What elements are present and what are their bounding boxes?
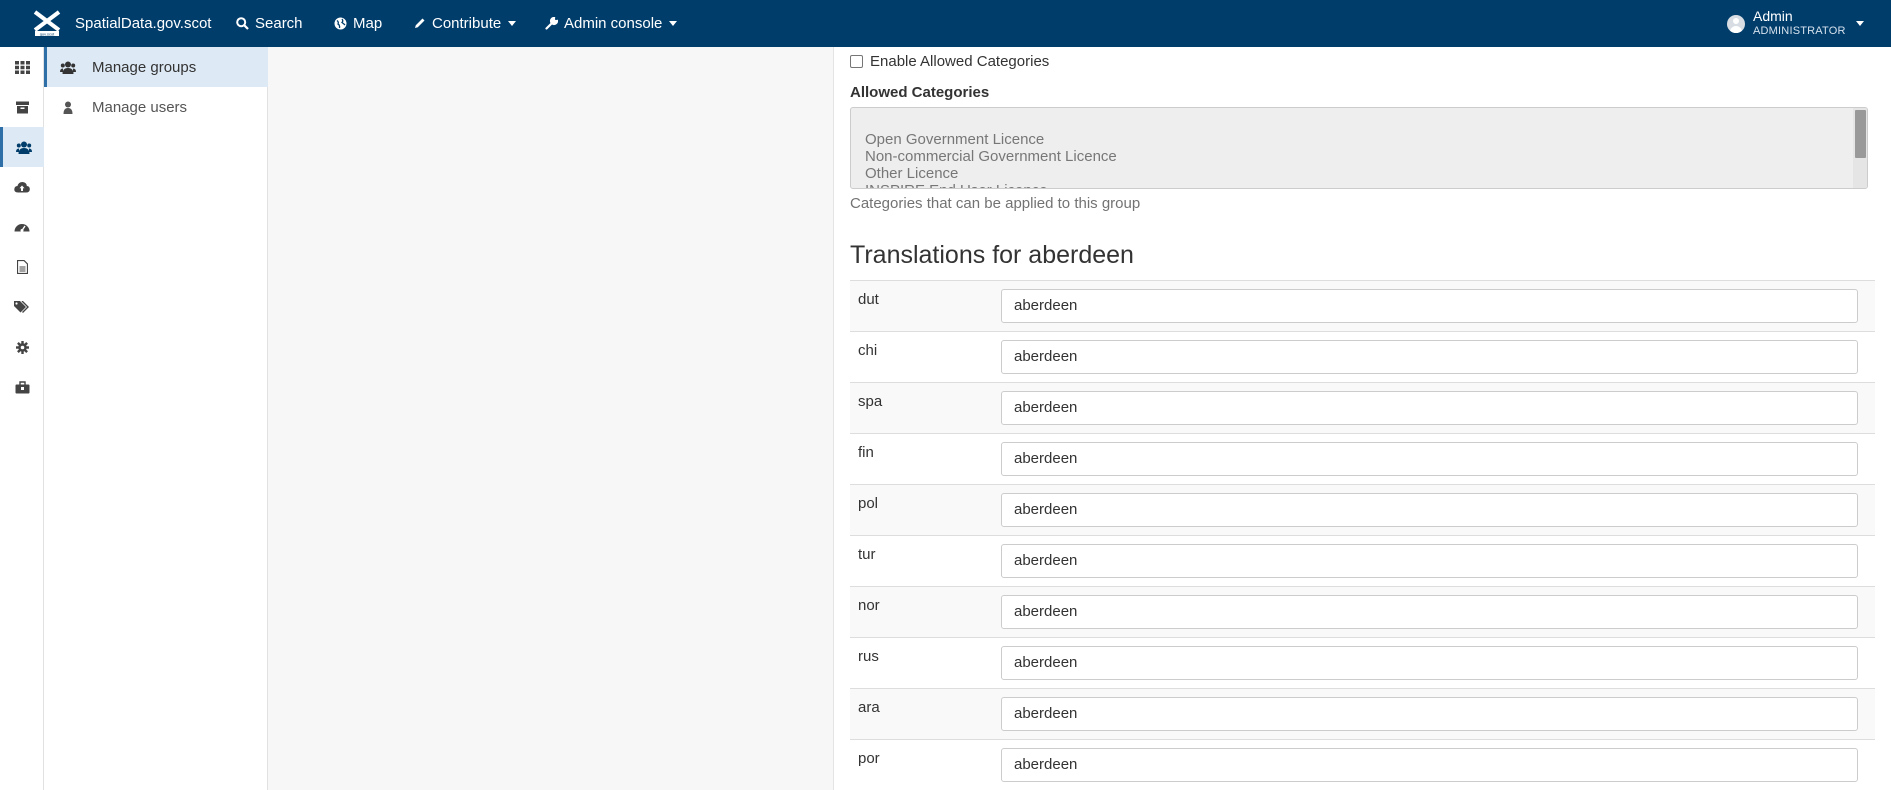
rail-settings[interactable] xyxy=(0,327,44,367)
rail-harvesting[interactable] xyxy=(0,167,44,207)
allowed-categories-options: Open Government Licence Non-commercial Go… xyxy=(865,131,1117,188)
translation-row: tur aberdeen xyxy=(850,536,1875,587)
nav-search-label: Search xyxy=(255,15,303,32)
brand-name[interactable]: SpatialData.gov.scot xyxy=(75,15,211,32)
translation-language-code: por xyxy=(858,750,880,767)
chevron-down-icon xyxy=(508,21,517,26)
category-option[interactable]: Open Government Licence xyxy=(865,131,1117,148)
menu-manage-users-label: Manage users xyxy=(92,98,188,116)
nav-contribute-label: Contribute xyxy=(432,15,502,32)
translation-input[interactable]: aberdeen xyxy=(1001,544,1858,578)
enable-allowed-categories-checkbox[interactable] xyxy=(850,55,863,68)
admin-icon-rail xyxy=(0,47,44,790)
user-role: ADMINISTRATOR xyxy=(1753,24,1846,37)
enable-allowed-categories-row[interactable]: Enable Allowed Categories xyxy=(850,53,1049,70)
listbox-scrollbar-thumb[interactable] xyxy=(1855,110,1866,158)
archive-icon xyxy=(15,101,29,113)
tags-icon xyxy=(14,300,29,313)
translation-row: pol aberdeen xyxy=(850,485,1875,536)
translation-input[interactable]: aberdeen xyxy=(1001,442,1858,476)
translation-row: fin aberdeen xyxy=(850,434,1875,485)
listbox-scrollbar[interactable] xyxy=(1853,108,1867,188)
translation-row: spa aberdeen xyxy=(850,383,1875,434)
rail-users-groups[interactable] xyxy=(0,127,44,167)
avatar xyxy=(1727,14,1745,33)
users-icon xyxy=(15,141,32,154)
translation-language-code: nor xyxy=(858,597,880,614)
translation-input[interactable]: aberdeen xyxy=(1001,595,1858,629)
chevron-down-icon xyxy=(1855,21,1864,26)
rail-classification[interactable] xyxy=(0,287,44,327)
nav-map-label: Map xyxy=(353,15,383,32)
nav-search[interactable]: Search xyxy=(236,0,303,47)
allowed-categories-label: Allowed Categories xyxy=(850,84,990,101)
menu-manage-groups[interactable]: Manage groups xyxy=(44,47,268,87)
category-option[interactable]: INSPIRE End User Licence xyxy=(865,182,1117,188)
pencil-icon xyxy=(415,18,425,28)
translations-title: Translations for aberdeen xyxy=(850,241,1134,269)
svg-text:gov.scot: gov.scot xyxy=(40,32,55,37)
brand-link[interactable]: gov.scot SpatialData.gov.scot xyxy=(33,8,211,38)
category-option[interactable]: Other Licence xyxy=(865,165,1117,182)
file-icon xyxy=(16,260,28,274)
gear-icon xyxy=(15,340,29,354)
user-menu-dropdown[interactable]: Admin ADMINISTRATOR xyxy=(1727,0,1864,47)
translations-table: dut aberdeen chi aberdeen spa aberdeen fin aber… xyxy=(850,280,1875,790)
translation-row: nor aberdeen xyxy=(850,587,1875,638)
allowed-categories-help: Categories that can be applied to this g… xyxy=(850,195,1141,212)
allowed-categories-multiselect[interactable]: Open Government Licence Non-commercial Go… xyxy=(850,107,1868,189)
user-name: Admin xyxy=(1753,7,1793,24)
dashboard-icon xyxy=(14,60,30,74)
cloud-upload-icon xyxy=(14,182,30,193)
translation-language-code: spa xyxy=(858,393,883,410)
translation-input[interactable]: aberdeen xyxy=(1001,391,1858,425)
toolbox-icon xyxy=(15,380,29,393)
translation-language-code: pol xyxy=(858,495,879,512)
globe-icon xyxy=(334,17,347,30)
translation-input[interactable]: aberdeen xyxy=(1001,289,1858,323)
nav-map[interactable]: Map xyxy=(334,0,382,47)
users-icon xyxy=(60,61,76,74)
top-navbar: gov.scot SpatialData.gov.scot Search Map… xyxy=(0,0,1891,47)
dashboard-gauge-icon xyxy=(14,224,30,232)
chevron-down-icon xyxy=(669,21,678,26)
translation-language-code: fin xyxy=(858,444,874,461)
rail-reports[interactable] xyxy=(0,247,44,287)
rail-statistics[interactable] xyxy=(0,207,44,247)
wrench-icon xyxy=(545,17,558,30)
rail-tools[interactable] xyxy=(0,367,44,407)
rail-records[interactable] xyxy=(0,87,44,127)
translation-language-code: tur xyxy=(858,546,876,563)
nav-admin-console-dropdown[interactable]: Admin console xyxy=(545,0,678,47)
translation-row: rus aberdeen xyxy=(850,638,1875,689)
users-groups-menu: Manage groups Manage users xyxy=(44,47,268,790)
nav-admin-console-label: Admin console xyxy=(564,15,663,32)
translation-language-code: dut xyxy=(858,291,879,308)
user-icon xyxy=(63,101,73,114)
translation-row: ara aberdeen xyxy=(850,689,1875,740)
menu-manage-groups-label: Manage groups xyxy=(92,58,197,76)
translation-row: por aberdeen xyxy=(850,740,1875,790)
gov-scot-logo-icon: gov.scot xyxy=(33,9,61,37)
group-edit-panel: Enable Allowed Categories Allowed Catego… xyxy=(833,47,1891,790)
translation-language-code: ara xyxy=(858,699,880,716)
translation-row: chi aberdeen xyxy=(850,332,1875,383)
translation-input[interactable]: aberdeen xyxy=(1001,646,1858,680)
enable-allowed-categories-label[interactable]: Enable Allowed Categories xyxy=(870,53,1049,70)
translation-input[interactable]: aberdeen xyxy=(1001,748,1858,782)
category-option[interactable]: Non-commercial Government Licence xyxy=(865,148,1117,165)
search-icon xyxy=(236,17,249,30)
nav-contribute-dropdown[interactable]: Contribute xyxy=(413,0,517,47)
translation-input[interactable]: aberdeen xyxy=(1001,493,1858,527)
translation-input[interactable]: aberdeen xyxy=(1001,340,1858,374)
menu-manage-users[interactable]: Manage users xyxy=(44,87,268,127)
translation-row: dut aberdeen xyxy=(850,281,1875,332)
translation-language-code: chi xyxy=(858,342,878,359)
translation-language-code: rus xyxy=(858,648,879,665)
translation-input[interactable]: aberdeen xyxy=(1001,697,1858,731)
rail-dashboard[interactable] xyxy=(0,47,44,87)
